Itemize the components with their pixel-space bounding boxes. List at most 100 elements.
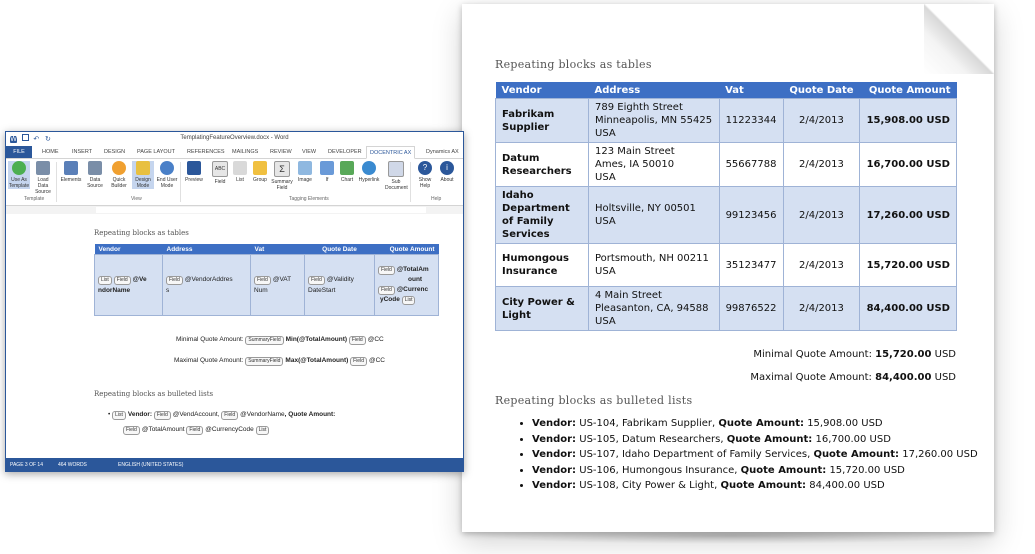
preview-button[interactable]: Preview [183, 161, 205, 183]
list-icon [233, 161, 247, 175]
use-as-template-button[interactable]: Use As Template [8, 161, 30, 189]
vendor-cell: Humongous Insurance [495, 243, 589, 287]
table-row: Idaho Department of Family Services Holts… [495, 186, 957, 244]
list-end-tag[interactable]: List [401, 296, 416, 305]
field-button[interactable]: ABC Field [209, 161, 231, 185]
group-button[interactable]: Group [249, 161, 271, 183]
sigma-icon: Σ [274, 161, 290, 177]
elements-button[interactable]: Elements [60, 161, 82, 183]
quick-builder-button[interactable]: Quick Builder [108, 161, 130, 189]
tab-design[interactable]: DESIGN [104, 149, 125, 155]
end-user-mode-button[interactable]: End User Mode [156, 161, 178, 189]
summary-field-tag[interactable]: SummaryField [245, 336, 284, 345]
list-tag[interactable]: List [112, 411, 126, 420]
group-label-tagging: Tagging Elements [289, 196, 329, 202]
date-cell: 2/4/2013 [782, 286, 861, 331]
comma: , [217, 411, 220, 418]
tab-review[interactable]: REVIEW [270, 149, 292, 155]
ribbon-separator [56, 162, 57, 202]
tab-references[interactable]: REFERENCES [187, 149, 225, 155]
field-tag[interactable]: Field [113, 276, 131, 285]
hyperlink-button[interactable]: Hyperlink [358, 161, 380, 183]
address-line: USA [595, 216, 616, 227]
image-button[interactable]: Image [294, 161, 316, 183]
amount-cell: 17,260.00 USD [859, 186, 957, 244]
load-data-source-button[interactable]: Load Data Source [32, 161, 54, 195]
tab-home[interactable]: HOME [42, 149, 59, 155]
address-line: USA [595, 172, 616, 183]
page-count[interactable]: PAGE 3 OF 14 [10, 462, 43, 468]
account-expression: @VendAccount [172, 411, 218, 418]
field-tag[interactable]: Field [348, 336, 366, 345]
field-tag[interactable]: Field [308, 276, 325, 285]
vendor-value: US-107, Idaho Department of Family Servi… [579, 449, 811, 460]
about-button[interactable]: i About [436, 161, 458, 183]
address-line: Minneapolis, MN 55425 [595, 115, 713, 126]
vat-cell: 35123477 [718, 243, 784, 287]
word-table-heading: Repeating blocks as tables [94, 229, 189, 237]
tab-mailings[interactable]: MAILINGS [232, 149, 258, 155]
data-source-button[interactable]: Data Source [84, 161, 106, 189]
field-tag[interactable]: Field [166, 276, 183, 285]
tab-page-layout[interactable]: PAGE LAYOUT [137, 149, 175, 155]
maximal-quote-amount: Maximal Quote Amount: 84,400.00 USD [750, 372, 956, 383]
field-tag[interactable]: Field [123, 426, 140, 435]
vendor-cell: City Power & Light [495, 286, 589, 331]
tab-developer[interactable]: DEVELOPER [328, 149, 362, 155]
design-mode-button[interactable]: Design Mode [132, 161, 154, 189]
vendor-cell: Fabrikam Supplier [495, 98, 589, 143]
max-currency: USD [934, 372, 956, 383]
vendor-expression-a: @Ve [132, 276, 147, 283]
field-tag[interactable]: Field [186, 426, 204, 435]
document-page: Repeating blocks as tables Vendor Addres… [462, 4, 994, 532]
summary-field-tag[interactable]: SummaryField [245, 357, 284, 366]
group-icon [253, 161, 267, 175]
language[interactable]: ENGLISH (UNITED STATES) [118, 462, 183, 468]
word-document-page[interactable]: Repeating blocks as tables Vendor Addres… [6, 214, 463, 457]
table-row: Fabrikam Supplier 789 Eighth Street Minnea… [495, 98, 957, 143]
address-line: 123 Main Street [595, 146, 675, 157]
amount-cell[interactable]: Field @TotalAm ount Field @Currenc yCode L… [374, 254, 439, 316]
field-tag[interactable]: Field [378, 266, 395, 275]
field-tag[interactable]: Field [254, 276, 271, 285]
vendor-cell[interactable]: List Field @Ve ndorName [94, 254, 163, 316]
status-bar: PAGE 3 OF 14 464 WORDS ENGLISH (UNITED S… [6, 458, 463, 471]
show-help-button[interactable]: ? Show Help [414, 161, 436, 189]
ribbon-tabs: FILE HOME INSERT DESIGN PAGE LAYOUT REFE… [6, 146, 463, 159]
list-button[interactable]: List [229, 161, 251, 183]
tab-docentric-ax[interactable]: DOCENTRIC AX [366, 146, 416, 159]
chart-button[interactable]: Chart [336, 161, 358, 183]
quote-amount-label: Quote Amount: [718, 418, 804, 429]
amount-expression-b: ount [408, 276, 423, 283]
word-table-header-row: Vendor Address Vat Quote Date Quote Amou… [94, 244, 439, 255]
address-line: 4 Main Street [595, 290, 662, 301]
address-expression-b: s [166, 287, 170, 294]
word-count[interactable]: 464 WORDS [58, 462, 87, 468]
vat-cell[interactable]: Field @VAT Num [250, 254, 305, 316]
word-template-row: List Field @Ve ndorName Field @VendorAddres… [94, 254, 439, 316]
vat-cell: 55667788 [718, 142, 784, 187]
tab-dynamics-ax[interactable]: Dynamics AX [426, 149, 459, 155]
sub-document-button[interactable]: Sub Document [385, 161, 408, 191]
field-tag[interactable]: Field [221, 411, 239, 420]
list-tag[interactable]: List [98, 276, 112, 285]
table-row: City Power & Light 4 Main Street Pleasanto… [495, 286, 957, 331]
address-cell[interactable]: Field @VendorAddres s [162, 254, 251, 316]
tab-view[interactable]: VIEW [302, 149, 316, 155]
tab-insert[interactable]: INSERT [72, 149, 92, 155]
min-label: Minimal Quote Amount: [753, 349, 872, 360]
field-tag[interactable]: Field [378, 286, 395, 295]
info-icon: i [440, 161, 454, 175]
list-item: Vendor: US-107, Idaho Department of Fami… [532, 447, 978, 463]
field-tag[interactable]: Field [350, 357, 367, 366]
column-header: Address [588, 82, 720, 99]
list-end-tag[interactable]: List [255, 426, 270, 435]
date-cell[interactable]: Field @Validity DateStart [304, 254, 375, 316]
vendor-cell: Idaho Department of Family Services [495, 186, 589, 244]
field-tag[interactable]: Field [153, 411, 171, 420]
if-button[interactable]: If [316, 161, 338, 183]
group-label-help: Help [431, 196, 442, 202]
ruler-text-area [96, 207, 426, 213]
tab-file[interactable]: FILE [6, 146, 32, 158]
summary-field-button[interactable]: Σ Summary Field [271, 161, 293, 191]
